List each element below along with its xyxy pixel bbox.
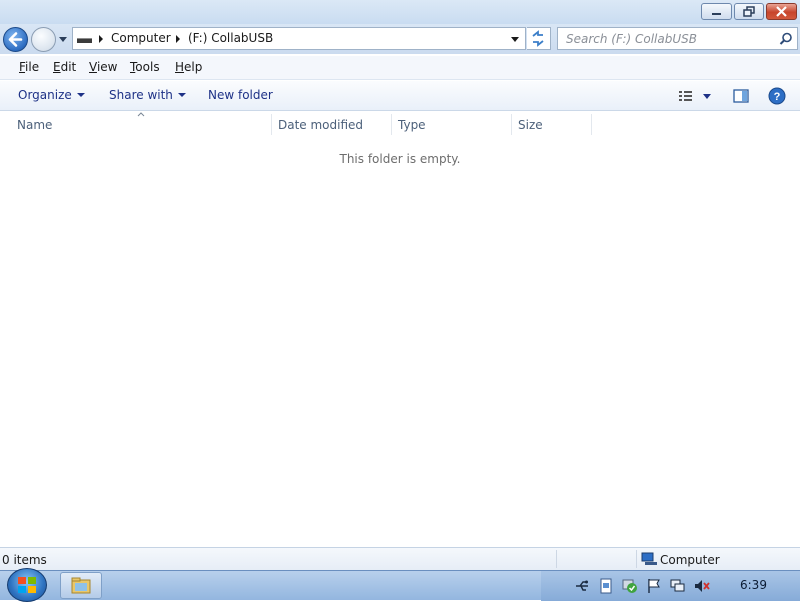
sort-ascending-icon (137, 112, 145, 117)
back-arrow-icon (8, 32, 23, 47)
chevron-down-icon[interactable] (510, 34, 520, 44)
search-icon[interactable] (779, 32, 793, 46)
computer-icon (641, 552, 657, 565)
details-view-icon (679, 91, 711, 101)
taskbar-clock[interactable]: 6:39 (740, 578, 767, 592)
change-view-button[interactable] (678, 88, 716, 104)
status-divider (636, 550, 637, 568)
breadcrumb-drive[interactable]: (F:) CollabUSB (188, 31, 273, 45)
restore-button[interactable] (734, 3, 764, 20)
item-count: 0 items (2, 553, 47, 567)
volume-muted-icon[interactable] (694, 578, 710, 594)
search-input[interactable]: Search (F:) CollabUSB (566, 32, 697, 46)
breadcrumb-separator-icon (99, 35, 103, 43)
location-zone: Computer (660, 553, 720, 567)
menu-view[interactable]: View (89, 60, 117, 74)
title-bar (0, 0, 800, 24)
network-icon[interactable] (669, 578, 685, 594)
column-divider[interactable] (511, 114, 512, 135)
breadcrumb-separator-icon (176, 35, 180, 43)
organize-button[interactable]: Organize (18, 88, 85, 102)
preview-pane-button[interactable] (733, 88, 749, 107)
help-button[interactable]: ? (768, 87, 786, 108)
chevron-down-icon (76, 93, 85, 97)
recent-pages-button[interactable] (58, 33, 68, 45)
column-header-name[interactable]: Name (17, 118, 52, 132)
status-divider (556, 550, 557, 568)
search-box[interactable]: Search (F:) CollabUSB (557, 27, 798, 50)
menu-file[interactable]: File (19, 60, 39, 74)
back-button[interactable] (3, 27, 28, 52)
column-header-size[interactable]: Size (518, 118, 543, 132)
column-headers: Name Date modified Type Size (0, 112, 800, 137)
command-bar: Organize Share with New folder ? (0, 81, 800, 111)
refresh-button[interactable] (527, 27, 551, 50)
chevron-down-icon (177, 93, 186, 97)
share-with-button[interactable]: Share with (109, 88, 186, 102)
minimize-button[interactable] (701, 3, 732, 20)
column-header-type[interactable]: Type (398, 118, 426, 132)
svg-text:?: ? (774, 91, 781, 103)
refresh-icon (532, 30, 544, 47)
chevron-down-icon (59, 37, 67, 42)
restore-icon (743, 6, 755, 17)
new-folder-button[interactable]: New folder (208, 88, 273, 102)
menu-help[interactable]: Help (175, 60, 202, 74)
security-center-icon[interactable] (622, 578, 638, 594)
empty-folder-message: This folder is empty. (339, 152, 461, 166)
taskbar-explorer-button[interactable] (60, 572, 102, 599)
notification-area: 6:39 (541, 571, 800, 601)
start-button[interactable] (7, 568, 47, 602)
drive-icon (77, 38, 92, 43)
menu-bar: File Edit View Tools Help (0, 56, 800, 80)
status-bar: 0 items Computer (0, 547, 800, 570)
minimize-icon (712, 13, 721, 15)
column-divider[interactable] (391, 114, 392, 135)
breadcrumb-computer[interactable]: Computer (111, 31, 171, 45)
document-icon[interactable] (598, 578, 614, 594)
menu-tools[interactable]: Tools (130, 60, 160, 74)
navigation-bar: Computer (F:) CollabUSB Search (F:) Coll… (0, 24, 800, 54)
forward-button[interactable] (31, 27, 56, 52)
column-header-date-modified[interactable]: Date modified (278, 118, 363, 132)
close-icon (776, 6, 787, 17)
preview-pane-icon (733, 89, 749, 103)
usb-icon[interactable] (574, 578, 590, 594)
action-center-flag-icon[interactable] (646, 578, 662, 594)
address-bar[interactable]: Computer (F:) CollabUSB (72, 27, 526, 50)
windows-logo-icon (18, 577, 36, 593)
help-icon: ? (768, 87, 786, 105)
column-divider[interactable] (271, 114, 272, 135)
close-button[interactable] (766, 3, 797, 20)
organize-label: Organize (18, 88, 72, 102)
share-with-label: Share with (109, 88, 173, 102)
column-divider[interactable] (591, 114, 592, 135)
folder-icon (71, 577, 91, 594)
taskbar: 6:39 (0, 568, 800, 602)
menu-edit[interactable]: Edit (53, 60, 76, 74)
